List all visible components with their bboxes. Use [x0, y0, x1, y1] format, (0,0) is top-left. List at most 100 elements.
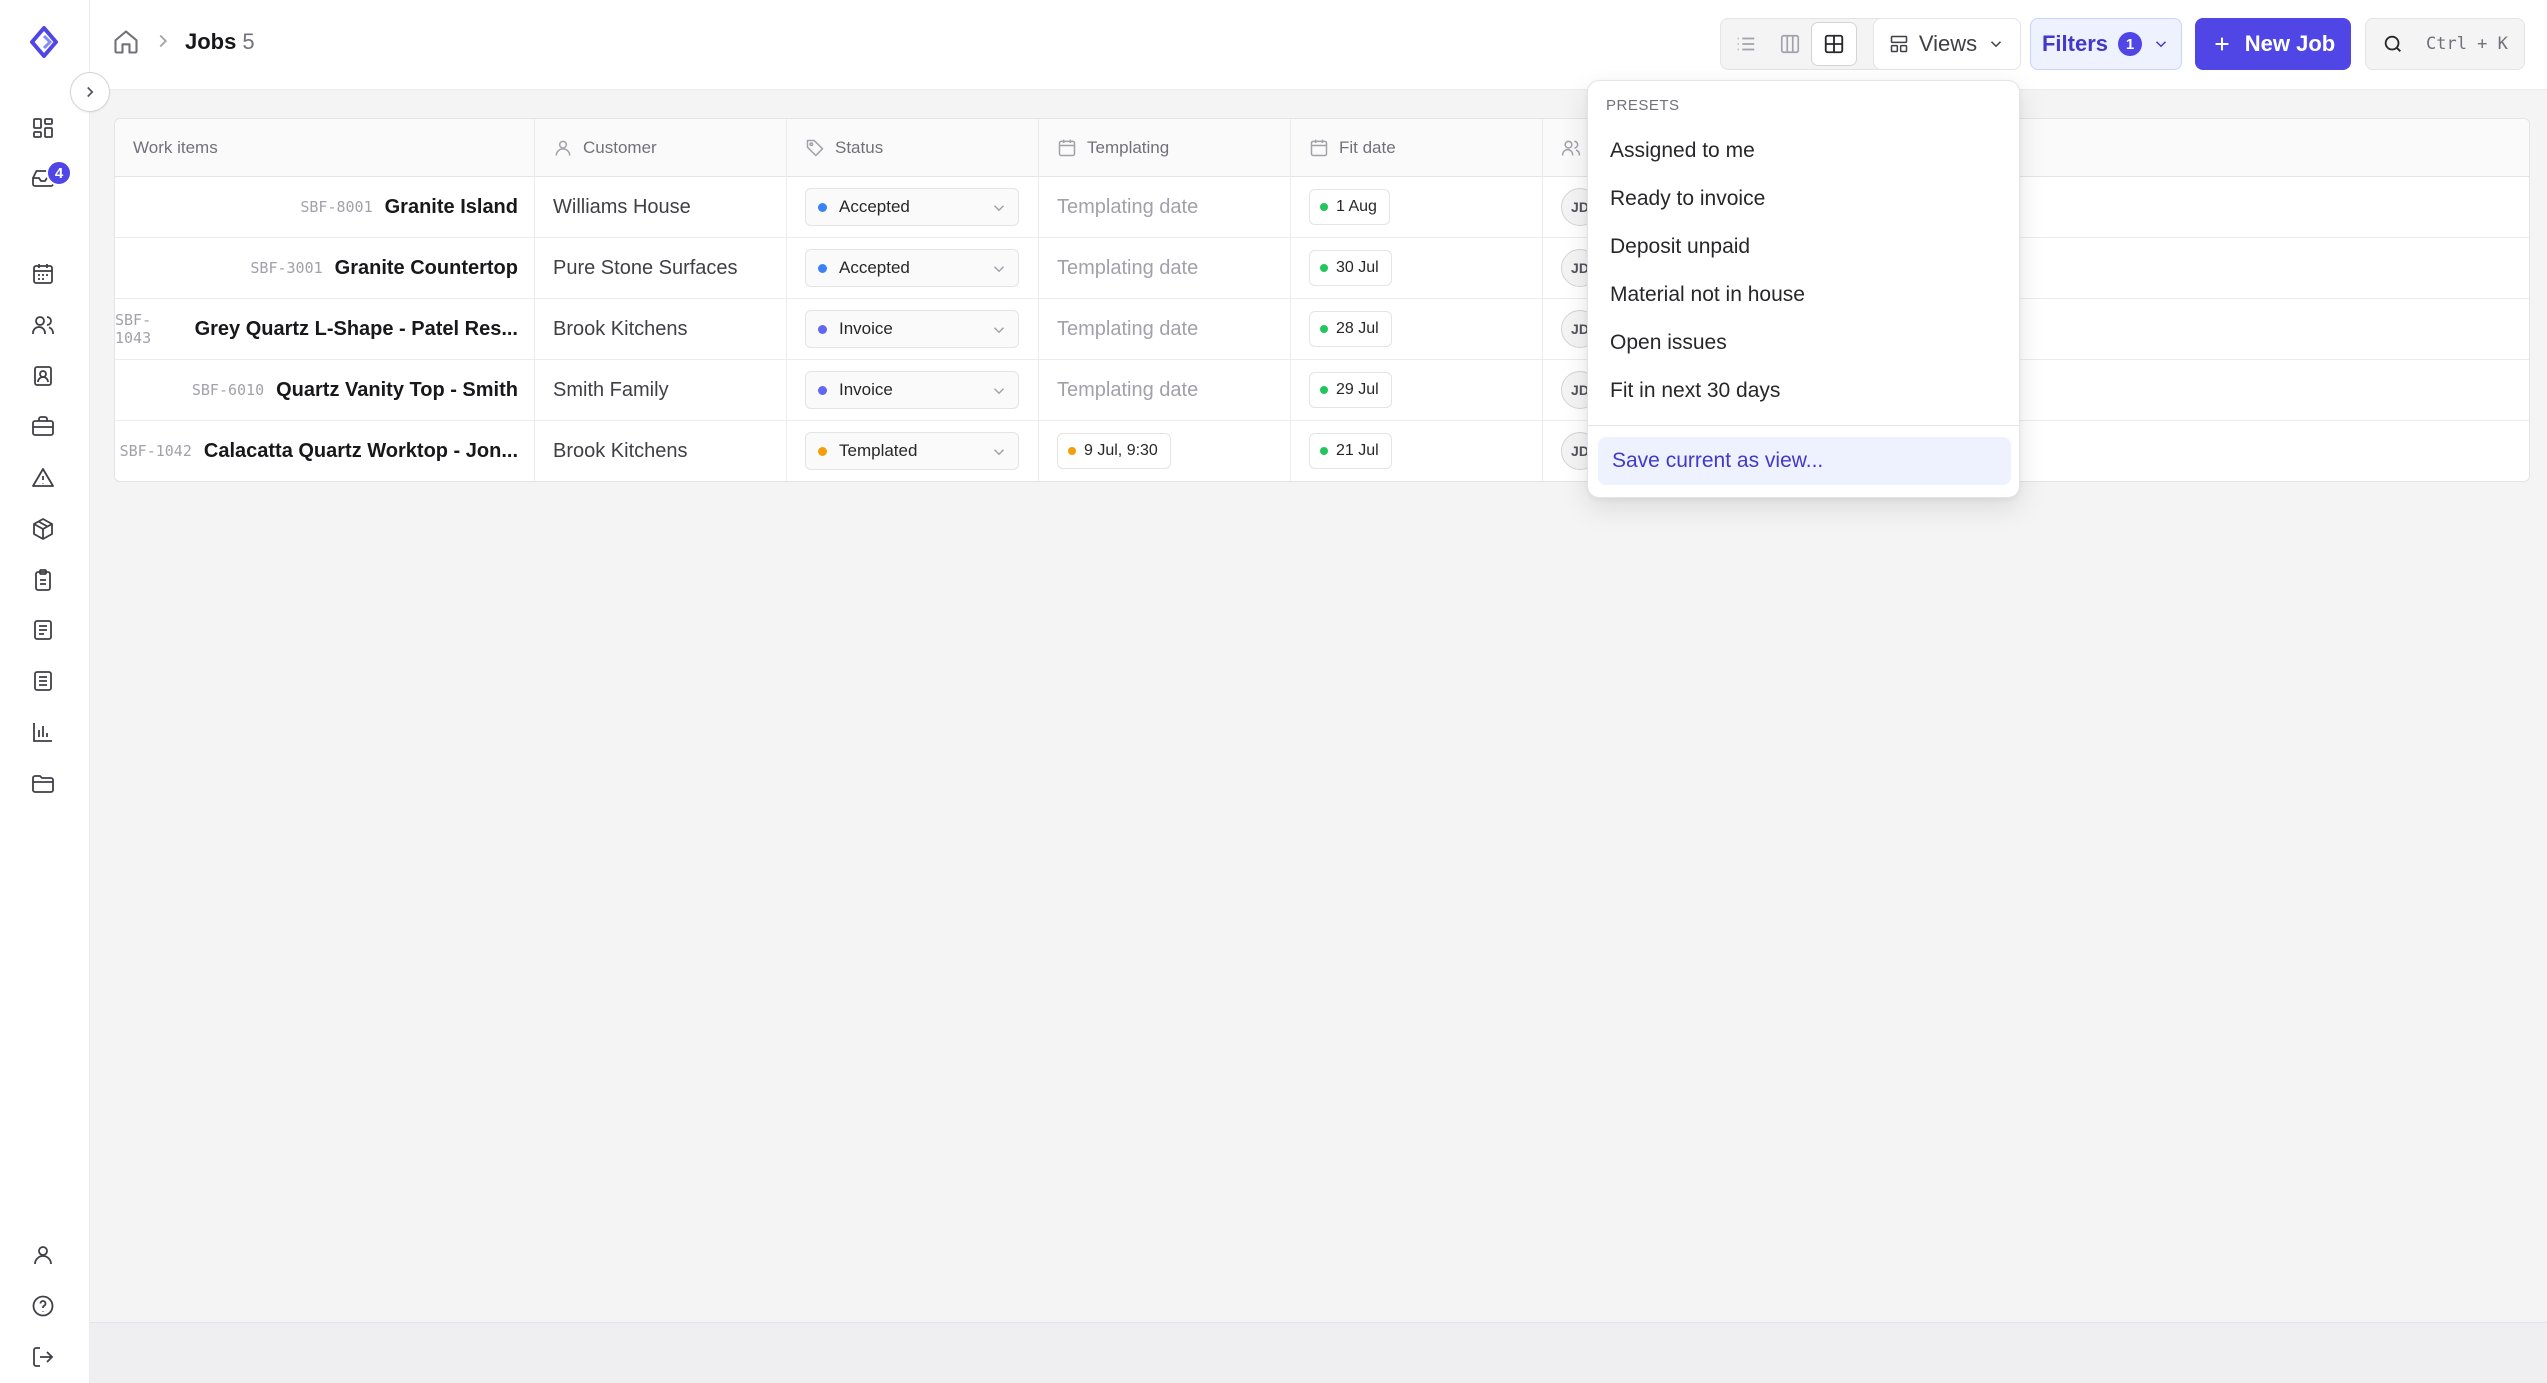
- chevron-down-icon: [993, 327, 1005, 334]
- calendar-icon[interactable]: [25, 256, 61, 292]
- column-customer-label: Customer: [583, 138, 657, 157]
- fit-date-chip[interactable]: 29 Jul: [1309, 372, 1392, 408]
- preset-item[interactable]: Material not in house: [1596, 273, 2013, 317]
- date-dot: [1320, 447, 1328, 455]
- templating-cell[interactable]: Templating date: [1039, 360, 1291, 420]
- work-item-title[interactable]: Grey Quartz L-Shape - Patel Res...: [195, 318, 518, 341]
- preset-item[interactable]: Ready to invoice: [1596, 177, 2013, 221]
- filters-count-badge: 1: [2118, 32, 2143, 56]
- chart-icon[interactable]: [25, 714, 61, 750]
- fit-date-value: 21 Jul: [1336, 442, 1379, 459]
- invoice-icon[interactable]: [25, 663, 61, 699]
- home-icon[interactable]: [112, 28, 142, 58]
- status-select[interactable]: Invoice: [805, 371, 1019, 409]
- app-logo-icon[interactable]: [26, 24, 62, 60]
- footer-band: [90, 1322, 2547, 1383]
- work-item-title[interactable]: Granite Countertop: [335, 257, 518, 280]
- templating-placeholder[interactable]: Templating date: [1039, 257, 1198, 280]
- clipboard-icon[interactable]: [25, 562, 61, 598]
- preset-item[interactable]: Open issues: [1596, 321, 2013, 365]
- status-select[interactable]: Accepted: [805, 249, 1019, 287]
- customer-name: Smith Family: [553, 378, 669, 401]
- filters-button[interactable]: Filters 1: [2030, 18, 2182, 70]
- sidebar-expand-button[interactable]: [70, 72, 110, 112]
- table-row[interactable]: SBF-8001 Granite Island Williams House A…: [115, 177, 2529, 238]
- templating-cell[interactable]: Templating date: [1039, 177, 1291, 237]
- dashboard-icon[interactable]: [25, 110, 61, 146]
- user-icon: [555, 140, 571, 156]
- fit-date-chip[interactable]: 1 Aug: [1309, 189, 1390, 225]
- fit-date-cell: 28 Jul: [1291, 299, 1543, 359]
- page-title-count: 5: [242, 29, 255, 54]
- table-row[interactable]: SBF-3001 Granite Countertop Pure Stone S…: [115, 238, 2529, 299]
- table-row[interactable]: SBF-1042 Calacatta Quartz Worktop - Jon.…: [115, 421, 2529, 481]
- status-dot: [818, 324, 827, 334]
- work-item-code: SBF-6010: [191, 381, 265, 399]
- work-item-cell[interactable]: SBF-1042 Calacatta Quartz Worktop - Jon.…: [115, 421, 535, 481]
- work-item-cell[interactable]: SBF-8001 Granite Island: [115, 177, 535, 237]
- warning-icon[interactable]: [25, 460, 61, 496]
- work-item-code: SBF-1043: [115, 311, 152, 347]
- table-row[interactable]: SBF-6010 Quartz Vanity Top - Smith Smith…: [115, 360, 2529, 421]
- chevron-down-icon: [993, 266, 1005, 273]
- templating-cell[interactable]: Templating date: [1039, 299, 1291, 359]
- work-item-title[interactable]: Calacatta Quartz Worktop - Jon...: [204, 440, 518, 463]
- fit-date-chip[interactable]: 30 Jul: [1309, 250, 1392, 286]
- users-icon[interactable]: [25, 307, 61, 343]
- status-cell: Templated: [787, 421, 1039, 481]
- document-icon[interactable]: [25, 612, 61, 648]
- column-status[interactable]: Status: [787, 119, 1039, 177]
- date-dot: [1320, 325, 1328, 333]
- column-fit-date[interactable]: Fit date: [1291, 119, 1543, 177]
- templating-placeholder[interactable]: Templating date: [1039, 318, 1198, 341]
- work-item-title[interactable]: Granite Island: [385, 196, 518, 219]
- table-view-button[interactable]: [1812, 23, 1856, 65]
- table-icon: [1824, 34, 1844, 54]
- briefcase-icon[interactable]: [25, 408, 61, 444]
- templating-date-chip[interactable]: 9 Jul, 9:30: [1057, 433, 1171, 469]
- layout-icon: [1890, 35, 1908, 53]
- chevron-down-icon: [993, 449, 1005, 456]
- new-job-button[interactable]: New Job: [2195, 18, 2351, 70]
- logout-icon[interactable]: [25, 1339, 61, 1375]
- status-select[interactable]: Invoice: [805, 310, 1019, 348]
- preset-item[interactable]: Deposit unpaid: [1596, 225, 2013, 269]
- work-item-cell[interactable]: SBF-3001 Granite Countertop: [115, 238, 535, 298]
- work-item-cell[interactable]: SBF-6010 Quartz Vanity Top - Smith: [115, 360, 535, 420]
- status-dot: [818, 263, 827, 273]
- fit-date-chip[interactable]: 21 Jul: [1309, 433, 1392, 469]
- status-cell: Accepted: [787, 238, 1039, 298]
- views-button[interactable]: Views: [1873, 18, 2021, 70]
- views-label: Views: [1918, 31, 1978, 56]
- status-select[interactable]: Accepted: [805, 188, 1019, 226]
- templating-cell[interactable]: Templating date: [1039, 238, 1291, 298]
- new-job-label: New Job: [2244, 31, 2336, 56]
- table-row[interactable]: SBF-1043 Grey Quartz L-Shape - Patel Res…: [115, 299, 2529, 360]
- preset-item[interactable]: Assigned to me: [1596, 129, 2013, 173]
- board-view-button[interactable]: [1768, 23, 1812, 65]
- status-select[interactable]: Templated: [805, 432, 1019, 470]
- list-view-button[interactable]: [1724, 23, 1768, 65]
- save-view-button[interactable]: Save current as view...: [1598, 437, 2011, 485]
- templating-placeholder[interactable]: Templating date: [1039, 196, 1198, 219]
- column-customer[interactable]: Customer: [535, 119, 787, 177]
- search-button[interactable]: Ctrl + K: [2365, 18, 2525, 70]
- work-item-title[interactable]: Quartz Vanity Top - Smith: [276, 379, 518, 402]
- package-icon[interactable]: [25, 511, 61, 547]
- column-work-items[interactable]: Work items: [115, 119, 535, 177]
- folder-icon[interactable]: [25, 766, 61, 802]
- status-dot: [818, 202, 827, 212]
- templating-placeholder[interactable]: Templating date: [1039, 379, 1198, 402]
- preset-item[interactable]: Fit in next 30 days: [1596, 369, 2013, 413]
- customer-name: Brook Kitchens: [553, 439, 688, 462]
- work-item-code: SBF-8001: [300, 198, 373, 216]
- contacts-icon[interactable]: [25, 358, 61, 394]
- help-icon[interactable]: [25, 1288, 61, 1324]
- column-templating[interactable]: Templating: [1039, 119, 1291, 177]
- work-item-cell[interactable]: SBF-1043 Grey Quartz L-Shape - Patel Res…: [115, 299, 535, 359]
- fit-date-cell: 1 Aug: [1291, 177, 1543, 237]
- user-icon[interactable]: [25, 1237, 61, 1273]
- status-dot: [818, 385, 827, 395]
- fit-date-chip[interactable]: 28 Jul: [1309, 311, 1392, 347]
- status-dot: [818, 446, 827, 456]
